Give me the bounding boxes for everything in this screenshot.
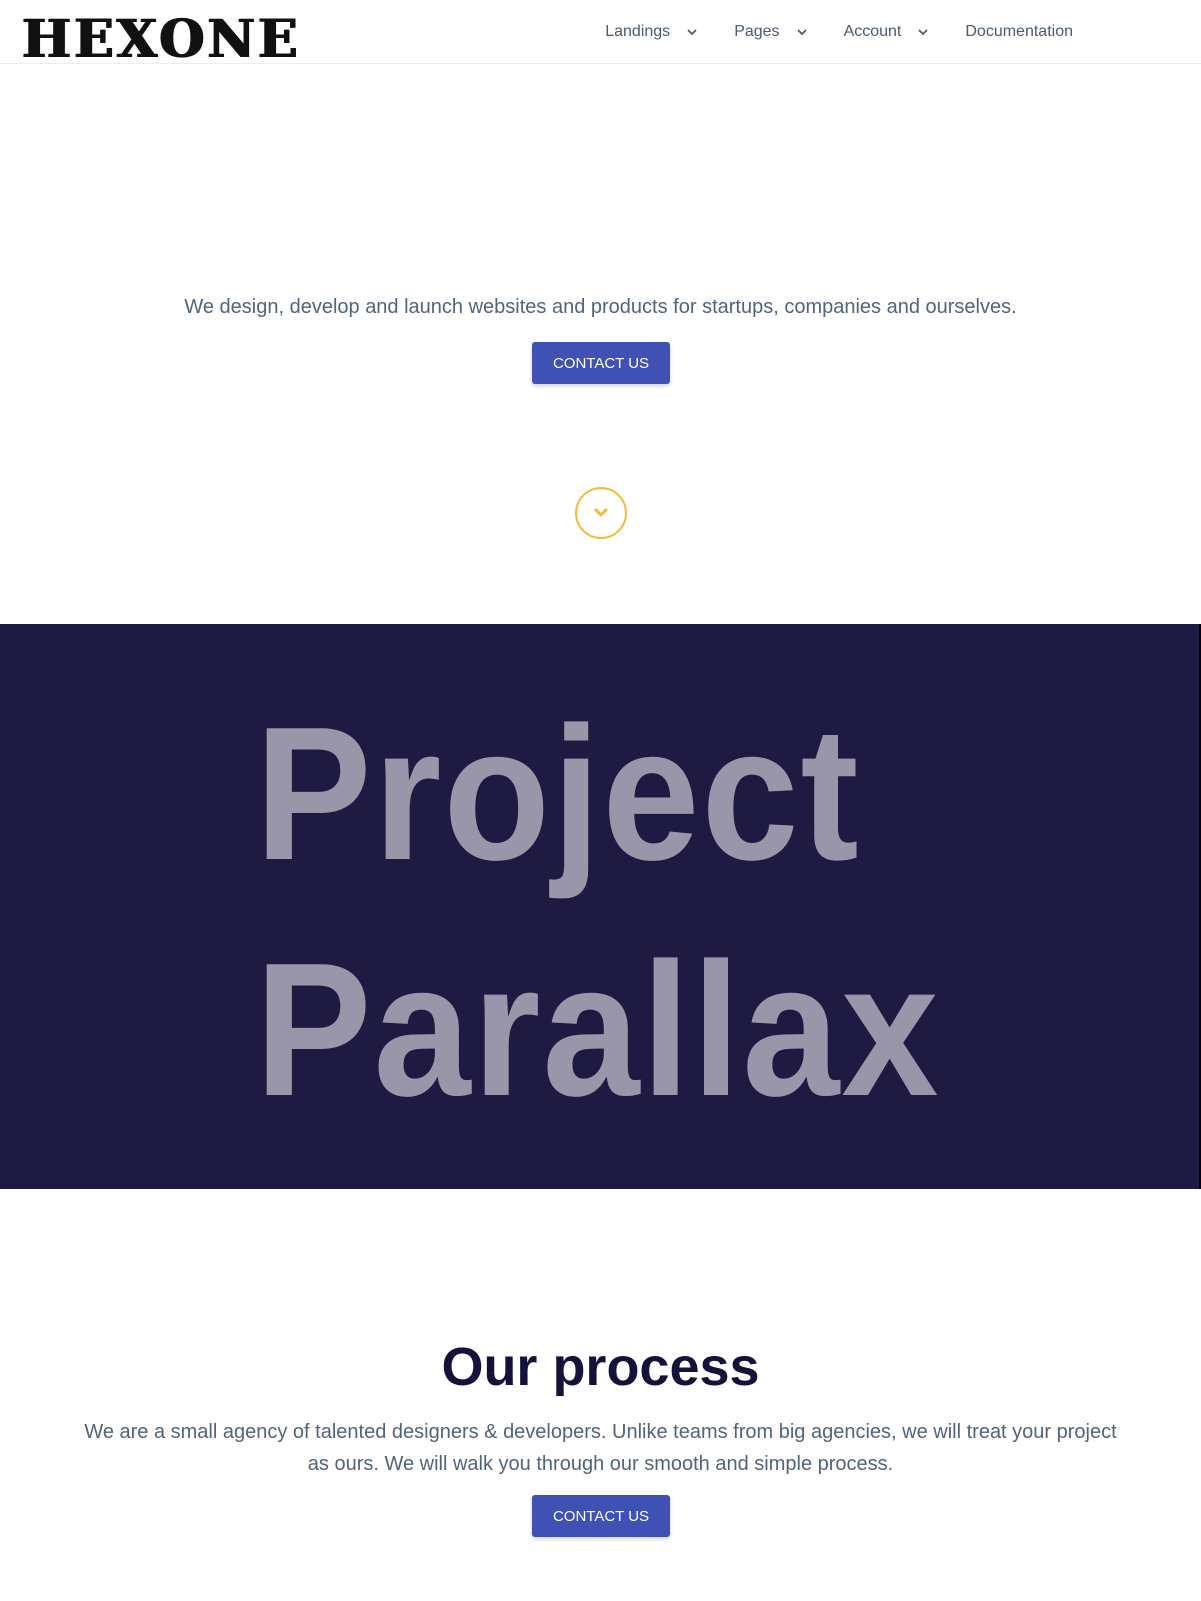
nav-item-landings[interactable]: Landings bbox=[587, 23, 716, 41]
parallax-section: Project Parallax bbox=[0, 624, 1201, 1189]
main-nav: Landings Pages Account Documentation bbox=[587, 0, 1091, 64]
parallax-line-2: Parallax bbox=[255, 924, 941, 1136]
parallax-line-1: Project bbox=[255, 688, 861, 900]
nav-item-account[interactable]: Account bbox=[826, 23, 948, 41]
top-navigation: HEXONE Landings Pages Account Documentat… bbox=[0, 0, 1201, 66]
hero-tagline: We design, develop and launch websites a… bbox=[184, 296, 1017, 318]
logo[interactable]: HEXONE bbox=[22, 14, 301, 66]
section-description: We are a small agency of talented design… bbox=[84, 1421, 1117, 1475]
nav-item-pages[interactable]: Pages bbox=[716, 23, 825, 41]
parallax-heading: Project Parallax bbox=[255, 676, 940, 1148]
contact-us-button[interactable]: CONTACT US bbox=[532, 342, 670, 384]
nav-item-label: Landings bbox=[605, 23, 671, 40]
nav-item-label: Pages bbox=[734, 23, 780, 40]
chevron-down-icon bbox=[594, 508, 608, 517]
nav-item-label: Documentation bbox=[965, 23, 1073, 40]
nav-item-label: Account bbox=[843, 23, 902, 40]
section-title: Our process bbox=[441, 1337, 760, 1397]
contact-us-button[interactable]: CONTACT US bbox=[532, 1495, 670, 1537]
chevron-down-icon bbox=[796, 29, 807, 36]
chevron-down-icon bbox=[918, 29, 929, 36]
nav-item-documentation[interactable]: Documentation bbox=[947, 23, 1091, 41]
scroll-down-button[interactable] bbox=[575, 487, 627, 539]
chevron-down-icon bbox=[687, 29, 697, 36]
